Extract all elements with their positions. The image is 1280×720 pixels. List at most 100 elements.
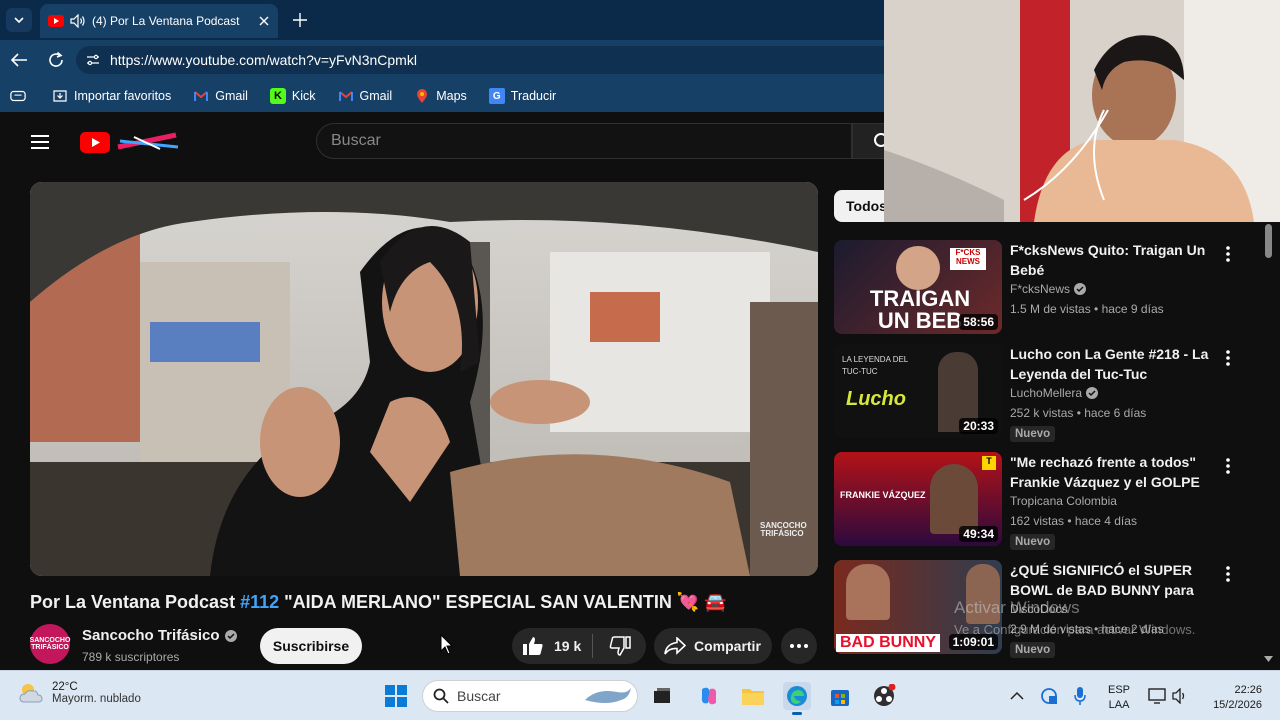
network-icon[interactable]: [1148, 688, 1166, 704]
copilot-icon: [701, 687, 717, 705]
import-icon: [52, 88, 68, 104]
edge-browser-button[interactable]: [783, 682, 811, 715]
site-info-icon[interactable]: [86, 53, 100, 67]
bookmark-kick[interactable]: K Kick: [269, 88, 316, 104]
recommendation-channel[interactable]: F*cksNews: [1010, 282, 1087, 296]
tab-title: (4) Por La Ventana Podcast #1: [92, 14, 242, 28]
thumbnail-text: LA LEYENDA DEL TUC-TUC: [842, 355, 908, 376]
bookmark-label: Maps: [436, 89, 467, 103]
youtube-favicon-icon: [48, 15, 64, 27]
recommendation-menu-button[interactable]: [1218, 562, 1238, 586]
mouse-cursor-icon: [440, 634, 454, 655]
security-tray-icon[interactable]: [1040, 687, 1058, 705]
video-frame: [30, 182, 818, 576]
recommendation-title[interactable]: ¿QUÉ SIGNIFICÓ el SUPER BOWL de BAD BUNN…: [1010, 560, 1210, 600]
file-explorer-button[interactable]: [739, 682, 767, 710]
tab-list-button[interactable]: [6, 8, 32, 32]
more-vertical-icon: [1226, 566, 1230, 582]
obs-app-button[interactable]: [870, 682, 898, 710]
weather-widget[interactable]: 22°C Mayorm. nublado: [18, 681, 141, 705]
start-button[interactable]: [382, 682, 410, 710]
taskbar-search[interactable]: Buscar: [422, 680, 638, 712]
search-placeholder: Buscar: [331, 132, 381, 149]
bookmark-label: Importar favoritos: [74, 89, 172, 103]
scrollbar-thumb[interactable]: [1265, 224, 1272, 258]
recommendation-channel[interactable]: Tropicana Colombia: [1010, 494, 1117, 508]
video-watermark: SANCOCHO TRIFÁSICO: [760, 521, 807, 538]
cloudy-weather-icon: [19, 684, 43, 703]
bookmark-gmail[interactable]: Gmail: [193, 88, 248, 104]
share-button[interactable]: Compartir: [654, 628, 772, 664]
show-hidden-icons-icon[interactable]: [1010, 691, 1024, 701]
scroll-down-arrow-icon[interactable]: [1264, 656, 1273, 662]
recommendation-item[interactable]: F*CKS NEWS TRAIGAN UN BEB 58:56 F*cksNew…: [834, 240, 1254, 336]
like-button[interactable]: 19 k: [512, 628, 592, 664]
hamburger-menu-icon[interactable]: [28, 130, 52, 154]
windows-activation-title: Activar Windows: [954, 598, 1080, 617]
store-button[interactable]: [826, 682, 854, 710]
recommendation-item[interactable]: LA LEYENDA DEL TUC-TUC Lucho 20:33 Lucho…: [834, 344, 1254, 442]
bookmark-translate[interactable]: G Traducir: [488, 88, 557, 104]
browser-tab-active[interactable]: (4) Por La Ventana Podcast #1: [40, 4, 278, 38]
more-horizontal-icon: [790, 644, 808, 648]
windows-taskbar: 22°C Mayorm. nublado Buscar ESP LAA 22:2…: [0, 670, 1280, 720]
clock-date: 15/2/2026: [1213, 699, 1262, 711]
microphone-icon[interactable]: [1074, 686, 1086, 706]
folder-icon: [742, 689, 764, 705]
video-thumbnail[interactable]: F*CKS NEWS TRAIGAN UN BEB 58:56: [834, 240, 1002, 334]
channel-name-text: Sancocho Trifásico: [82, 627, 220, 644]
kick-icon: K: [269, 88, 286, 104]
new-tab-button[interactable]: [288, 8, 312, 32]
recommendation-menu-button[interactable]: [1218, 454, 1238, 478]
recommendation-channel[interactable]: LuchoMellera: [1010, 386, 1099, 400]
system-clock[interactable]: 22:26 15/2/2026: [1196, 683, 1262, 713]
speaker-icon[interactable]: [70, 14, 86, 28]
dolphin-search-highlight-icon: [585, 688, 631, 703]
volume-icon[interactable]: [1172, 688, 1188, 704]
url-text: https://www.youtube.com/watch?v=yFvN3nCp…: [110, 52, 417, 68]
doodle-logo-icon: [117, 132, 179, 150]
video-thumbnail[interactable]: FRANKIE VÁZQUEZ T 49:34: [834, 452, 1002, 546]
collections-icon[interactable]: [10, 88, 26, 104]
url-field[interactable]: https://www.youtube.com/watch?v=yFvN3nCp…: [76, 46, 896, 74]
translate-icon: G: [488, 88, 505, 104]
recommendation-item[interactable]: FRANKIE VÁZQUEZ T 49:34 "Me rechazó fren…: [834, 452, 1254, 550]
channel-avatar[interactable]: SANCOCHO TRIFÁSICO: [30, 624, 70, 664]
search-icon: [433, 688, 449, 704]
close-tab-icon[interactable]: [258, 15, 270, 27]
video-thumbnail[interactable]: LA LEYENDA DEL TUC-TUC Lucho 20:33: [834, 344, 1002, 438]
bookmark-gmail-2[interactable]: Gmail: [338, 88, 392, 104]
channel-label: LuchoMellera: [1010, 386, 1083, 400]
more-actions-button[interactable]: [781, 628, 817, 664]
youtube-logo[interactable]: [80, 131, 180, 153]
video-title-rest: "AIDA MERLANO" ESPECIAL SAN VALENTIN 💘 🚘: [279, 592, 727, 612]
recommendation-meta: 1.5 M de vistas • hace 9 días: [1010, 302, 1164, 316]
channel-name[interactable]: Sancocho Trifásico: [82, 627, 237, 644]
subscribe-button[interactable]: Suscribirse: [260, 628, 362, 664]
hashtag-link[interactable]: #112: [240, 592, 279, 612]
recommendation-title[interactable]: F*cksNews Quito: Traigan Un Bebé: [1010, 240, 1210, 280]
share-icon: [664, 637, 686, 655]
channel-label: Tropicana Colombia: [1010, 494, 1117, 508]
bookmark-maps[interactable]: Maps: [414, 88, 467, 104]
recommendation-menu-button[interactable]: [1218, 346, 1238, 370]
plus-icon: [293, 13, 307, 27]
recommendation-menu-button[interactable]: [1218, 242, 1238, 266]
video-player[interactable]: SANCOCHO TRIFÁSICO: [30, 182, 818, 576]
dislike-button[interactable]: [593, 628, 646, 664]
weather-description: Mayorm. nublado: [52, 693, 141, 705]
new-badge: Nuevo: [1010, 642, 1056, 658]
like-count: 19 k: [554, 638, 582, 654]
language-indicator[interactable]: ESP LAA: [1108, 683, 1130, 713]
bookmark-import[interactable]: Importar favoritos: [52, 88, 171, 104]
back-arrow-icon[interactable]: [10, 52, 28, 68]
task-view-button[interactable]: [648, 682, 676, 710]
search-input[interactable]: Buscar: [316, 123, 852, 159]
recommendation-title[interactable]: Lucho con La Gente #218 - La Leyenda del…: [1010, 344, 1210, 384]
copilot-button[interactable]: [695, 682, 723, 710]
bookmark-label: Traducir: [510, 89, 557, 103]
avatar-text: SANCOCHO TRIFÁSICO: [29, 637, 71, 651]
recommendation-title[interactable]: "Me rechazó frente a todos" Frankie Vázq…: [1010, 452, 1210, 492]
sidebar-scrollbar[interactable]: [1262, 222, 1274, 668]
reload-icon[interactable]: [47, 51, 65, 69]
